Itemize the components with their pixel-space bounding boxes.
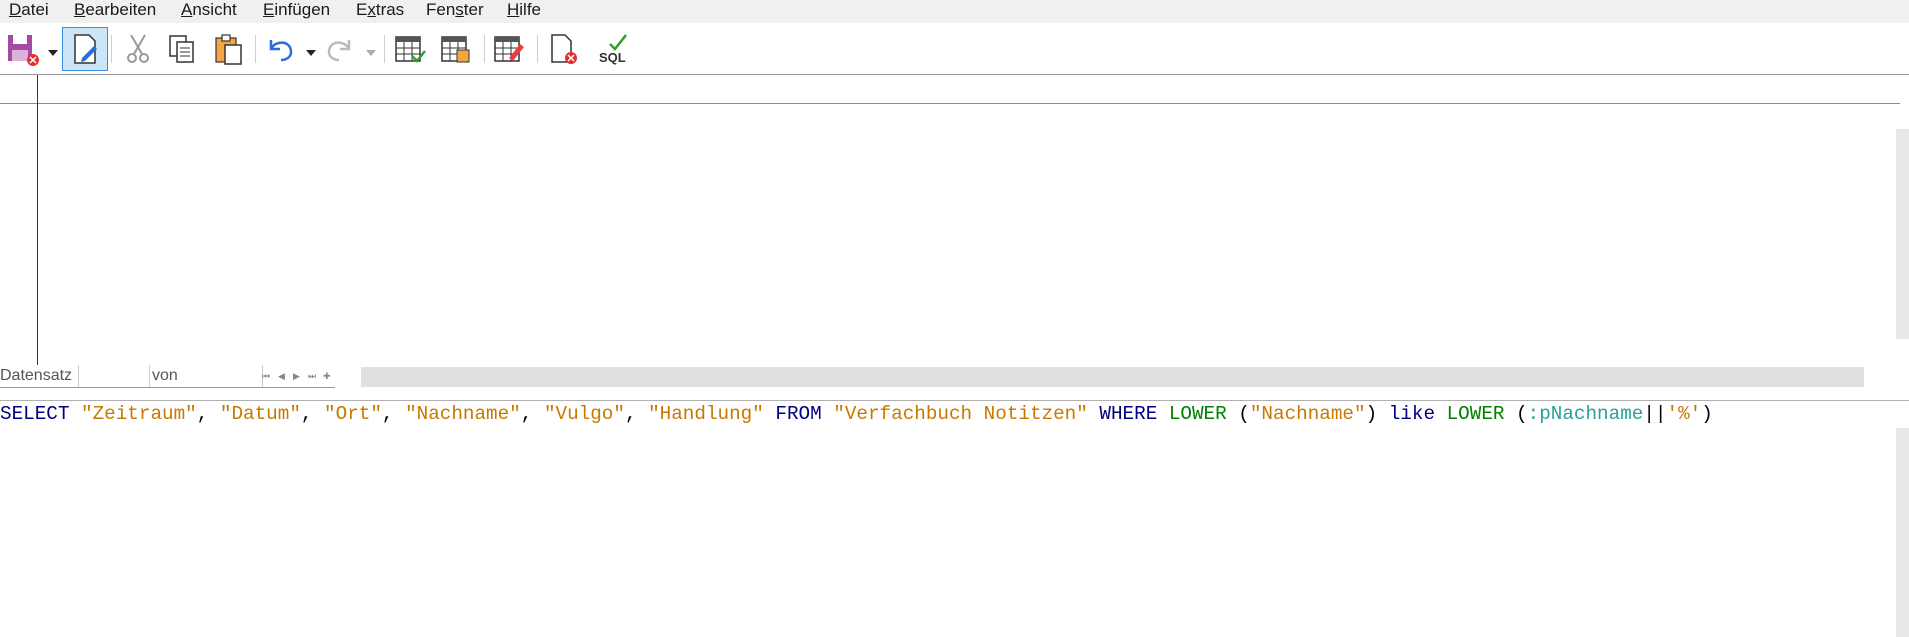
- cut-button[interactable]: [120, 31, 156, 67]
- sql-token: "Verfachbuch Notitzen": [833, 403, 1088, 425]
- redo-icon: [327, 40, 351, 62]
- copy-button[interactable]: [164, 31, 200, 67]
- sql-statement-line: SELECT "Zeitraum", "Datum", "Ort", "Nach…: [0, 402, 1713, 426]
- grid-header-divider: [0, 103, 1900, 104]
- sql-token: ): [1701, 403, 1713, 425]
- last-record-button[interactable]: ⏭: [308, 371, 316, 382]
- sql-token: ): [1365, 403, 1389, 425]
- sql-vertical-scrollbar[interactable]: [1896, 428, 1909, 637]
- sql-token: ,: [520, 403, 544, 425]
- sql-mode-icon: SQL: [599, 34, 627, 65]
- query-result-grid[interactable]: [0, 75, 1909, 365]
- cut-icon: [127, 34, 149, 63]
- menu-einfuegen[interactable]: Einfügen: [263, 0, 330, 20]
- save-button[interactable]: [4, 31, 40, 67]
- undo-icon: [269, 40, 293, 62]
- toolbar-separator: [255, 35, 256, 63]
- chevron-down-icon: [48, 50, 58, 56]
- sql-token: "Handlung": [648, 403, 764, 425]
- add-table-button[interactable]: [491, 31, 527, 67]
- paste-button[interactable]: [211, 31, 247, 67]
- sql-token: ,: [300, 403, 325, 425]
- edit-mode-button[interactable]: [62, 27, 108, 71]
- paste-icon: [215, 34, 242, 65]
- toolbar-separator: [484, 35, 485, 63]
- menu-ansicht[interactable]: Ansicht: [181, 0, 237, 20]
- row-header-column: [37, 75, 38, 365]
- sql-token: LOWER: [1168, 403, 1227, 425]
- sql-token: FROM: [775, 403, 822, 425]
- menu-bar: Datei Bearbeiten Ansicht Einfügen Extras…: [0, 0, 1909, 23]
- next-record-button[interactable]: ▶: [293, 371, 300, 382]
- grid-vertical-scrollbar[interactable]: [1896, 129, 1909, 339]
- toolbar-separator: [384, 35, 385, 63]
- previous-record-button[interactable]: ◀: [278, 371, 285, 382]
- sql-token: ,: [624, 403, 649, 425]
- new-record-button[interactable]: ✚: [323, 371, 331, 382]
- edit-mode-icon: [74, 34, 97, 64]
- toolbar-separator: [537, 35, 538, 63]
- sql-token: "Nachname": [1249, 403, 1366, 425]
- toolbar: SQL: [0, 23, 1909, 75]
- copy-icon: [169, 35, 194, 63]
- undo-button[interactable]: [262, 31, 298, 67]
- clear-query-button[interactable]: [438, 31, 474, 67]
- sql-token: WHERE: [1099, 403, 1158, 425]
- save-icon: [8, 35, 39, 66]
- menu-extras[interactable]: Extras: [356, 0, 404, 20]
- sql-token: ,: [196, 403, 220, 425]
- redo-dropdown[interactable]: [365, 47, 377, 59]
- sql-token: :pNachname: [1527, 403, 1644, 425]
- record-label: Datensatz: [0, 367, 73, 384]
- sql-token: LOWER: [1446, 403, 1505, 425]
- chevron-down-icon: [306, 50, 316, 56]
- run-query-button[interactable]: [392, 31, 428, 67]
- menu-datei[interactable]: Datei: [9, 0, 49, 20]
- sql-token: "Vulgo": [543, 403, 625, 425]
- sql-token: "Zeitraum": [81, 403, 197, 425]
- sql-token: like: [1388, 403, 1436, 425]
- menu-bearbeiten[interactable]: Bearbeiten: [74, 0, 156, 20]
- sql-token: ,: [381, 403, 406, 425]
- chevron-down-icon: [366, 50, 376, 56]
- clear-query-icon: [441, 36, 470, 63]
- add-table-icon: [494, 36, 524, 62]
- menu-hilfe[interactable]: Hilfe: [507, 0, 541, 20]
- undo-dropdown[interactable]: [305, 47, 317, 59]
- run-query-icon: [395, 36, 426, 63]
- close-design-button[interactable]: [545, 31, 581, 67]
- menu-fenster[interactable]: Fenster: [426, 0, 484, 20]
- sql-token: (: [1504, 403, 1528, 425]
- toolbar-separator: [111, 35, 112, 63]
- first-record-button[interactable]: ⏮: [262, 371, 270, 382]
- sql-editor[interactable]: SELECT "Zeitraum", "Datum", "Ort", "Nach…: [0, 402, 1909, 637]
- save-dropdown[interactable]: [47, 47, 59, 59]
- sql-token: '%': [1666, 403, 1702, 425]
- redo-button[interactable]: [322, 31, 358, 67]
- sql-token: "Nachname": [405, 403, 521, 425]
- sql-mode-button[interactable]: SQL: [595, 31, 631, 67]
- svg-text:SQL: SQL: [599, 50, 626, 65]
- navigation-divider: [0, 387, 335, 388]
- grid-horizontal-scrollbar[interactable]: [361, 367, 1864, 387]
- sql-token: "Datum": [219, 403, 301, 425]
- sql-token: "Ort": [324, 403, 382, 425]
- pane-splitter[interactable]: [0, 400, 1909, 401]
- record-number-field[interactable]: [78, 365, 150, 387]
- sql-token: (: [1226, 403, 1250, 425]
- sql-token: SELECT: [0, 403, 70, 425]
- sql-token: ||: [1643, 403, 1667, 425]
- close-design-icon: [551, 34, 577, 64]
- of-label: von: [152, 367, 178, 384]
